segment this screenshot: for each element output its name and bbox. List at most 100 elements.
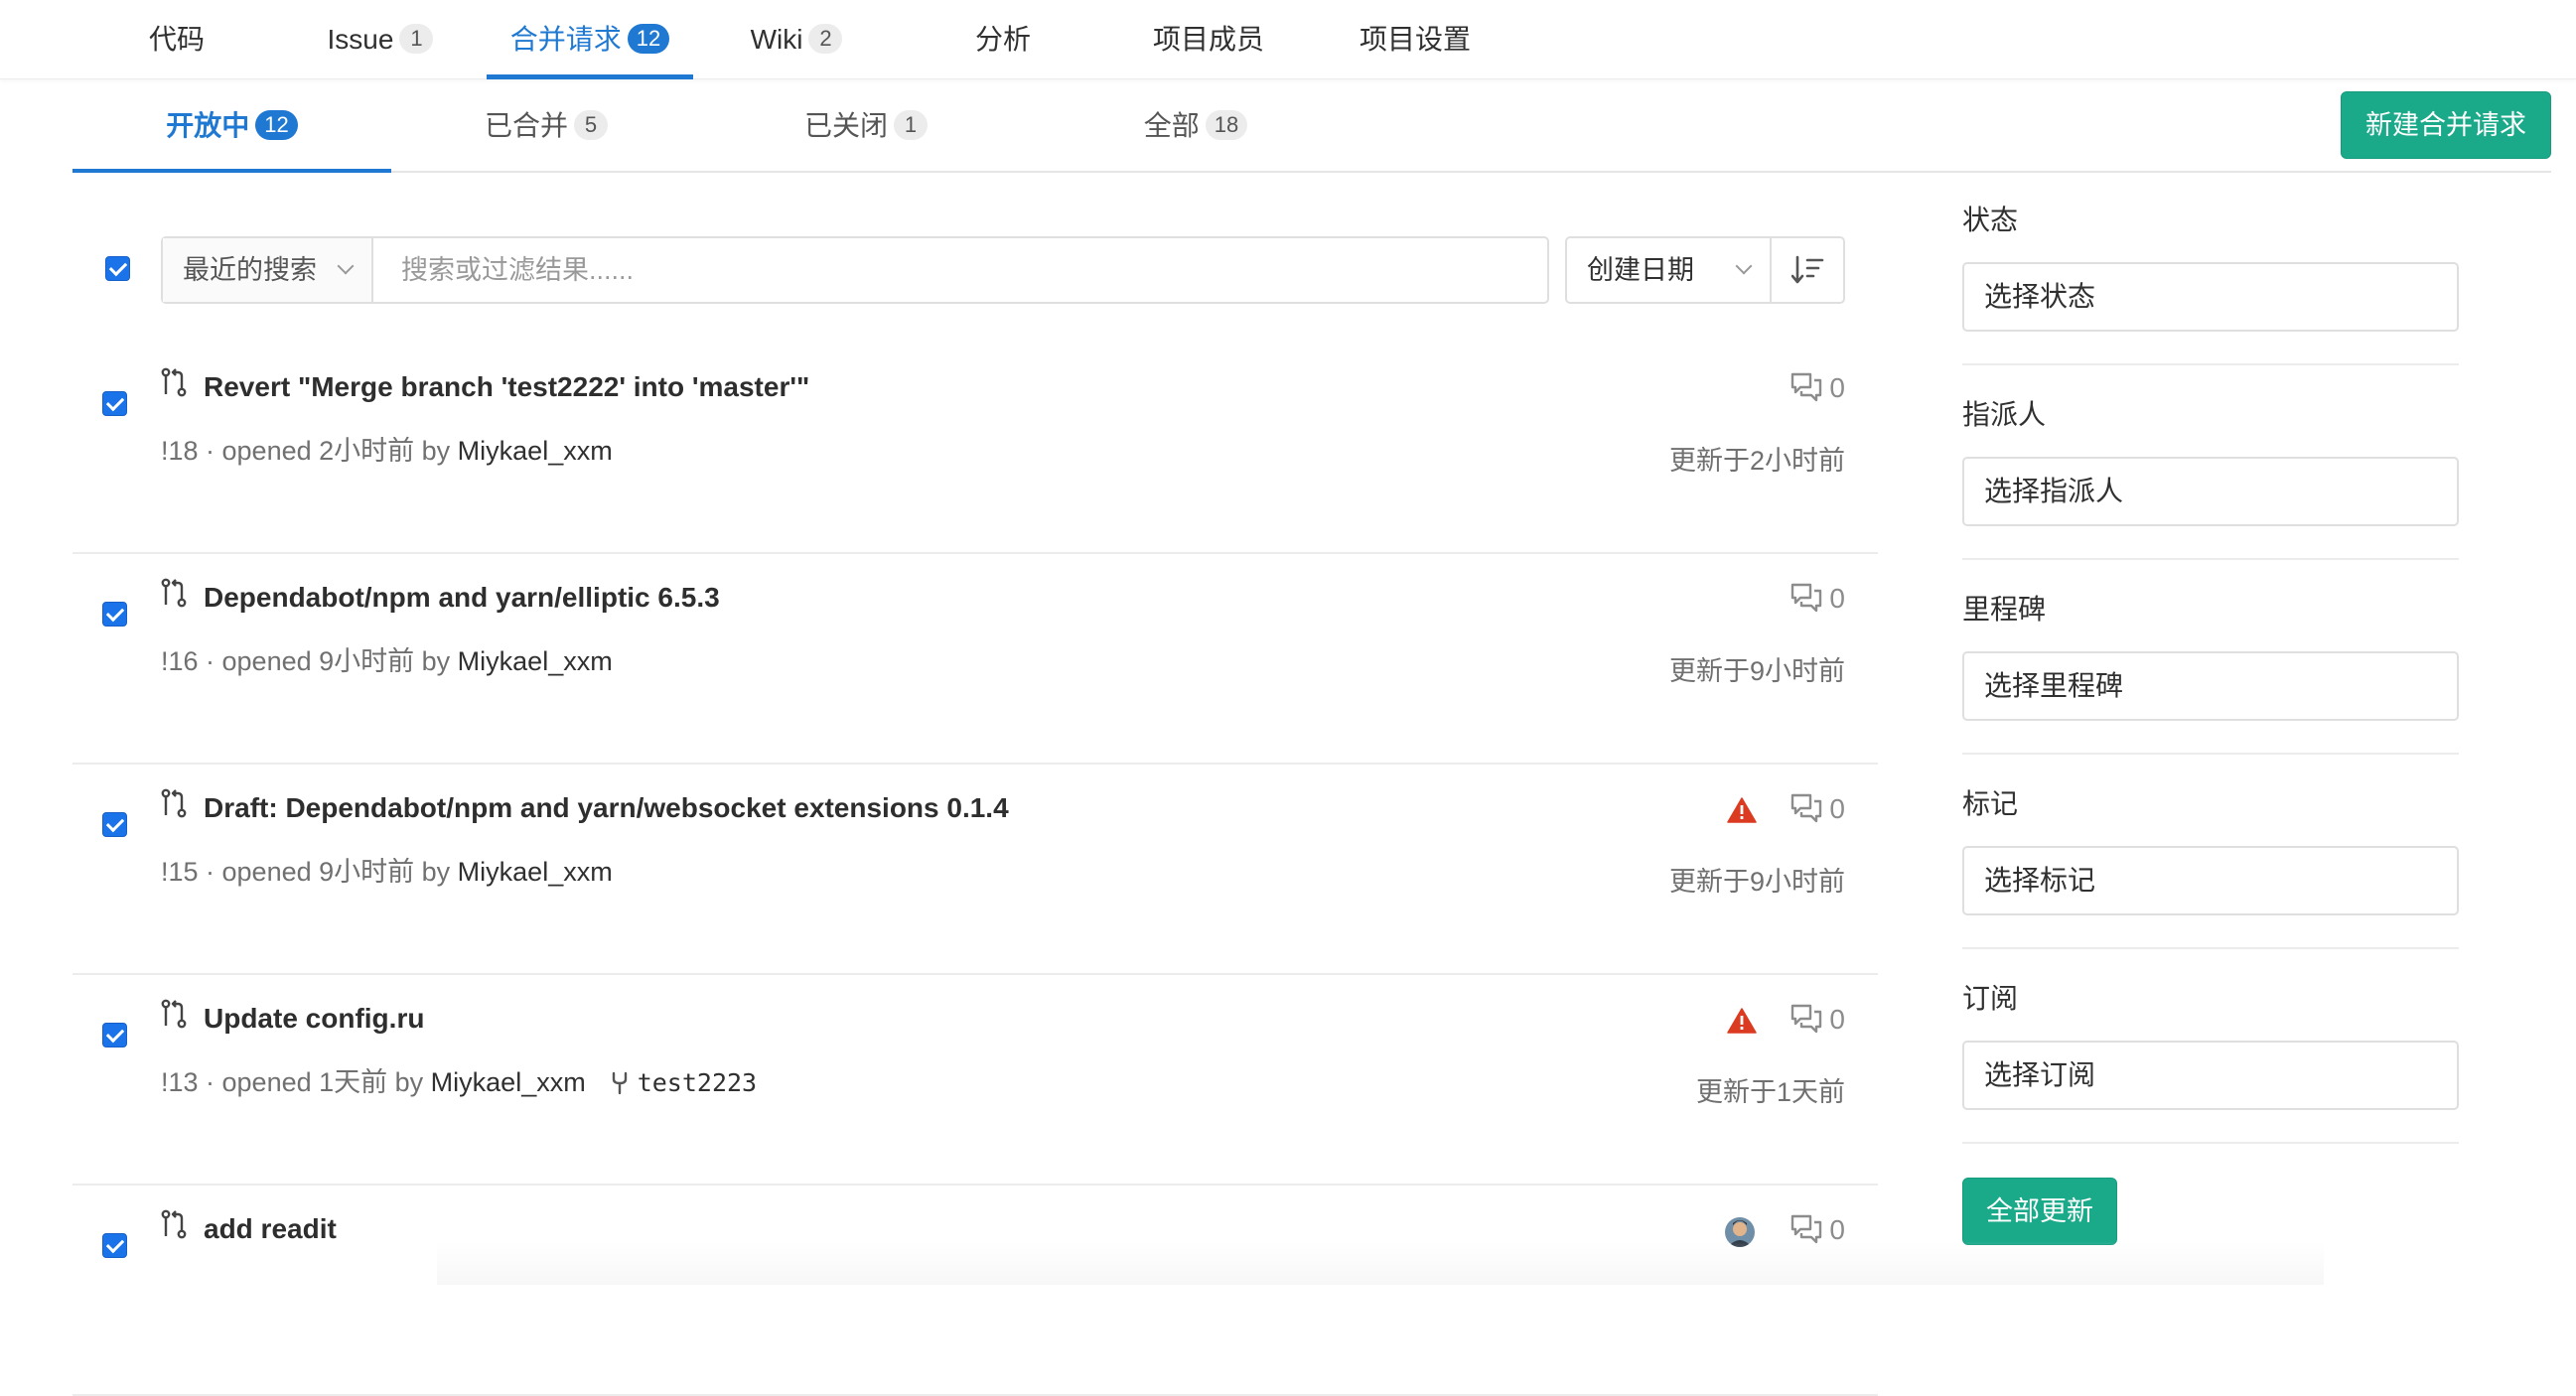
sidebar-select-dropdown[interactable]: 选择指派人 [1962,457,2459,526]
nav-tab-members[interactable]: 项目成员 [1138,0,1279,79]
sidebar-section-label: 标记 [1962,788,2019,819]
merged-count-badge: 5 [574,110,608,140]
merge-request-row: Draft: Dependabot/npm and yarn/websocket… [72,765,1878,975]
chevron-down-icon [1735,257,1753,275]
merge-request-row: add readit 0 [72,1186,1878,1396]
filter-bar: 最近的搜索 [161,236,1549,304]
nav-tab-issue[interactable]: Issue 1 [316,0,445,79]
nav-tab-label: Issue [327,24,394,55]
merge-request-checkbox[interactable] [102,1233,127,1258]
sidebar-divider [1962,947,2459,949]
merge-request-title[interactable]: add readit [204,1213,337,1245]
fork-icon [610,1068,638,1097]
sidebar-select-dropdown[interactable]: 选择订阅 [1962,1041,2459,1110]
nav-tab-label: 分析 [974,24,1031,55]
comments-count-value: 0 [1829,372,1845,403]
sidebar-section-label: 订阅 [1962,983,2019,1014]
update-all-button[interactable]: 全部更新 [1962,1178,2117,1245]
author-link[interactable]: Miykael_xxm [458,436,613,466]
comments-icon [1789,372,1829,403]
issue-count-badge: 1 [399,24,434,54]
sort-direction-button[interactable] [1774,238,1843,302]
select-all-checkbox[interactable] [105,256,130,281]
sort-field-label: 创建日期 [1587,255,1694,285]
state-tab-label: 全部 [1143,110,1200,141]
closed-count-badge: 1 [894,110,928,140]
comments-count-value: 0 [1829,583,1845,614]
merge-request-title[interactable]: Draft: Dependabot/npm and yarn/websocket… [204,792,1009,824]
updated-time: 更新于9小时前 [1668,867,1845,897]
comments-count[interactable]: 0 [1789,792,1845,825]
merge-request-meta: !18 · opened 2小时前 by Miykael_xxm [161,429,613,468]
nav-tab-settings[interactable]: 项目设置 [1345,0,1486,79]
project-nav: 代码 Issue 1 合并请求 12 Wiki 2 分析 项目成员 项目设置 [0,0,2576,79]
merge-request-title[interactable]: Update config.ru [204,1003,424,1035]
comments-count[interactable]: 0 [1789,582,1845,615]
merge-request-checkbox[interactable] [102,812,127,837]
sidebar-divider [1962,1142,2459,1144]
merge-request-icon [160,788,188,823]
merge-request-meta: !13 · opened 1天前 by Miykael_xxm test2223 [161,1060,757,1099]
comments-icon [1789,583,1829,614]
state-tab-label: 开放中 [166,110,250,141]
merge-request-title[interactable]: Dependabot/npm and yarn/elliptic 6.5.3 [204,582,720,614]
sidebar-section-label: 状态 [1962,205,2019,235]
sidebar-divider [1962,558,2459,560]
comments-icon [1789,793,1829,824]
merge-request-checkbox[interactable] [102,391,127,416]
comments-count[interactable]: 0 [1789,1003,1845,1036]
sort-field-dropdown[interactable]: 创建日期 [1567,238,1772,302]
merge-request-reference: !13 · opened 1天前 by [161,1067,431,1097]
warning-icon [1727,1007,1757,1040]
merge-request-reference: !15 · opened 9小时前 by [161,857,458,887]
warning-icon [1727,796,1757,829]
sidebar-divider [1962,363,2459,365]
updated-time: 更新于9小时前 [1668,656,1845,686]
nav-tab-code[interactable]: 代码 [121,0,232,79]
nav-tab-label: 项目成员 [1152,24,1264,55]
state-tab-open[interactable]: 开放中 12 [72,81,391,173]
nav-tab-wiki[interactable]: Wiki 2 [735,0,858,79]
new-merge-request-button[interactable]: 新建合并请求 [2341,91,2551,159]
merge-request-checkbox[interactable] [102,1023,127,1047]
merge-request-title[interactable]: Revert "Merge branch 'test2222' into 'ma… [204,371,809,403]
target-branch: test2223 [610,1068,757,1097]
state-tab-all[interactable]: 全部 18 [1115,81,1276,173]
comments-count[interactable]: 0 [1789,371,1845,404]
author-link[interactable]: Miykael_xxm [431,1067,586,1097]
nav-tab-merge-requests[interactable]: 合并请求 12 [487,0,693,79]
all-count-badge: 18 [1205,110,1248,140]
sort-direction-icon [1791,255,1824,284]
sidebar-section-label: 指派人 [1962,399,2047,430]
sidebar-select-dropdown[interactable]: 选择标记 [1962,846,2459,915]
merge-request-reference: !16 · opened 9小时前 by [161,646,458,676]
scroll-fade [437,1241,2324,1285]
target-branch-name: test2223 [637,1068,758,1097]
merge-request-reference: !18 · opened 2小时前 by [161,436,458,466]
author-link[interactable]: Miykael_xxm [458,646,613,676]
state-tab-label: 已关闭 [803,110,888,141]
sidebar-select-dropdown[interactable]: 选择状态 [1962,262,2459,332]
recent-searches-dropdown[interactable]: 最近的搜索 [163,238,373,302]
comments-count-value: 0 [1829,793,1845,824]
merge-request-icon [160,367,188,402]
state-tab-closed[interactable]: 已关闭 1 [786,81,946,173]
sort-control: 创建日期 [1565,236,1845,304]
merge-request-checkbox[interactable] [102,602,127,627]
merge-request-icon [160,578,188,613]
comments-icon [1789,1004,1829,1035]
merge-request-row: Update config.ru !13 · opened 1天前 by Miyk… [72,975,1878,1186]
recent-searches-label: 最近的搜索 [183,255,317,285]
author-link[interactable]: Miykael_xxm [458,857,613,887]
wiki-count-badge: 2 [808,24,843,54]
state-tab-merged[interactable]: 已合并 5 [466,81,627,173]
updated-time: 更新于1天前 [1695,1077,1845,1107]
state-tab-label: 已合并 [484,110,568,141]
nav-tab-label: 合并请求 [509,24,622,55]
sidebar-select-dropdown[interactable]: 选择里程碑 [1962,651,2459,721]
sidebar-divider [1962,753,2459,755]
comments-count-value: 0 [1829,1004,1845,1035]
merge-request-icon [160,999,188,1034]
search-input[interactable] [375,238,1547,302]
nav-tab-analytics[interactable]: 分析 [947,0,1059,79]
